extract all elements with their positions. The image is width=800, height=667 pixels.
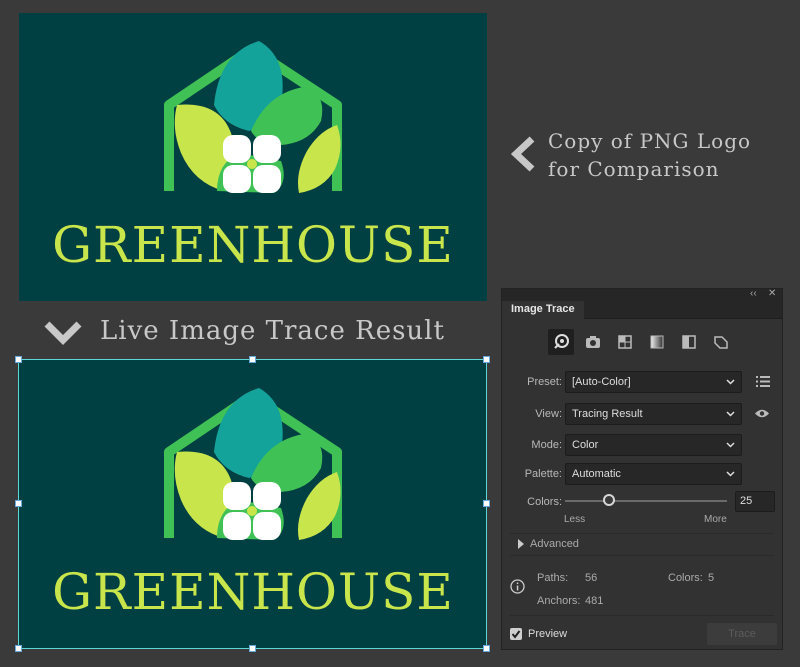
divider [510, 533, 774, 534]
traced-logo-artboard[interactable]: GREENHOUSE [19, 360, 487, 648]
chevron-left-icon [510, 136, 535, 172]
trace-result-annotation: Live Image Trace Result [100, 316, 445, 346]
colors-slider-knob[interactable] [602, 494, 615, 506]
info-icon [510, 579, 525, 594]
preview-label: Preview [528, 628, 568, 640]
view-value: Tracing Result [572, 408, 643, 420]
eye-icon[interactable] [754, 408, 770, 419]
preset-dropdown[interactable]: [Auto-Color] [565, 371, 742, 393]
resize-handle-top-right[interactable] [483, 356, 490, 363]
colors-label: Colors: [527, 496, 562, 508]
checkmark-icon [511, 630, 521, 639]
flower-petal-3 [223, 512, 251, 540]
chevron-down-icon [44, 321, 82, 345]
stats-colors-label: Colors: [668, 572, 703, 584]
paths-label: Paths: [537, 572, 569, 584]
anchors-value: 481 [585, 595, 604, 607]
divider [510, 555, 774, 556]
flower-petal-4 [253, 165, 281, 193]
preview-checkbox[interactable] [510, 628, 522, 640]
disclosure-triangle-icon[interactable] [517, 539, 524, 549]
flower-petal-1 [223, 482, 251, 510]
resize-handle-bottom-left[interactable] [15, 645, 22, 652]
slider-less-label: Less [564, 514, 586, 525]
resize-handle-bottom-right[interactable] [483, 645, 490, 652]
mode-value: Color [572, 439, 599, 451]
flower-petal-1 [223, 135, 251, 163]
outline-icon[interactable] [708, 329, 734, 355]
image-trace-panel: ‹‹ ✕ Image Trace Preset: [Auto-Color] Vi… [501, 288, 783, 650]
comparison-line-1: Copy of PNG Logo [548, 129, 752, 153]
presets-menu-icon[interactable] [756, 376, 770, 387]
advanced-toggle[interactable]: Advanced [530, 538, 579, 550]
resize-handle-top[interactable] [249, 356, 256, 363]
resize-handle-top-left[interactable] [15, 356, 22, 363]
flower-petal-2 [253, 482, 281, 510]
colors-slider-track[interactable] [565, 500, 727, 502]
chevron-down-icon [726, 411, 735, 417]
preset-label: Preset: [527, 376, 562, 388]
flower-center [247, 159, 257, 169]
chevron-down-icon [726, 471, 735, 477]
close-panel-icon[interactable]: ✕ [768, 288, 776, 299]
resize-handle-left[interactable] [15, 500, 22, 507]
tab-image-trace[interactable]: Image Trace [502, 301, 584, 319]
resize-handle-bottom[interactable] [249, 645, 256, 652]
trace-button[interactable]: Trace [707, 623, 777, 645]
camera-icon[interactable] [580, 329, 606, 355]
flower-petal-3 [223, 165, 251, 193]
comparison-line-2: for Comparison [548, 157, 720, 181]
traced-logo-wordmark: GREENHOUSE [52, 563, 454, 621]
view-label: View: [535, 408, 562, 420]
slider-more-label: More [704, 514, 727, 525]
flower-petal-2 [253, 135, 281, 163]
panel-titlebar: ‹‹ ✕ [502, 288, 782, 301]
chevron-down-icon [726, 442, 735, 448]
divider [510, 615, 774, 616]
low-color-grid-icon[interactable] [612, 329, 638, 355]
anchors-label: Anchors: [537, 595, 581, 607]
resize-handle-right[interactable] [483, 500, 490, 507]
palette-value: Automatic [572, 468, 621, 480]
grayscale-icon[interactable] [644, 329, 670, 355]
mode-label: Mode: [531, 439, 562, 451]
comparison-annotation: Copy of PNG Logo for Comparison [548, 127, 751, 183]
auto-color-preset-icon[interactable] [548, 329, 574, 355]
preset-value: [Auto-Color] [572, 376, 631, 388]
logo-wordmark: GREENHOUSE [52, 216, 454, 274]
paths-value: 56 [585, 572, 598, 584]
mode-dropdown[interactable]: Color [565, 434, 742, 456]
black-and-white-icon[interactable] [676, 329, 702, 355]
flower-petal-4 [253, 512, 281, 540]
flower-center [247, 506, 257, 516]
panel-tab-row: Image Trace [502, 301, 782, 319]
palette-dropdown[interactable]: Automatic [565, 463, 742, 485]
collapse-panel-icon[interactable]: ‹‹ [750, 288, 757, 299]
colors-input[interactable]: 25 [735, 491, 775, 512]
chevron-down-icon [726, 379, 735, 385]
view-dropdown[interactable]: Tracing Result [565, 403, 742, 425]
stats-colors-value: 5 [708, 572, 715, 584]
palette-label: Palette: [524, 468, 562, 480]
png-logo-artboard: GREENHOUSE [19, 13, 487, 301]
